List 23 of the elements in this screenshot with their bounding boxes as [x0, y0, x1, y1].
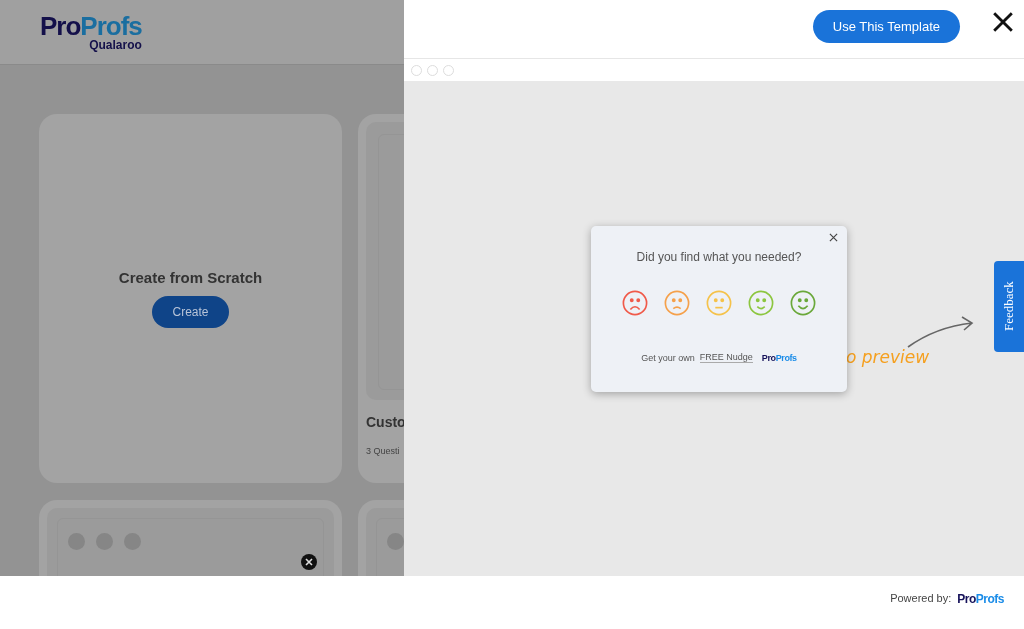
promo-link[interactable]: FREE Nudge [699, 352, 753, 363]
brand-logo: ProProfs [957, 592, 1004, 606]
promo-text: Get your own [641, 352, 695, 363]
close-icon [301, 554, 317, 570]
powered-by-label: Powered by: [890, 592, 952, 604]
dot-icon [387, 533, 404, 550]
logo: ProProfs Qualaroo [40, 13, 142, 51]
feedback-tab[interactable]: Feedback [994, 261, 1024, 352]
smiley-icon[interactable] [790, 290, 816, 316]
card-title: Create from Scratch [118, 269, 263, 286]
smiley-icon[interactable] [664, 290, 690, 316]
annotation-text: o preview [846, 347, 930, 367]
smiley-icon[interactable] [748, 290, 774, 316]
brand-logo: ProProfs [761, 352, 797, 363]
use-template-button[interactable]: Use This Template [812, 9, 960, 43]
close-button[interactable] [992, 11, 1014, 33]
arrow-icon [906, 315, 976, 349]
question-count: 3 Questi [366, 446, 401, 456]
survey-question: Did you find what you needed? [636, 250, 802, 264]
create-button[interactable]: Create [152, 296, 229, 328]
smiley-icon[interactable] [622, 290, 648, 316]
close-button[interactable] [829, 233, 838, 242]
smiley-icon[interactable] [706, 290, 732, 316]
